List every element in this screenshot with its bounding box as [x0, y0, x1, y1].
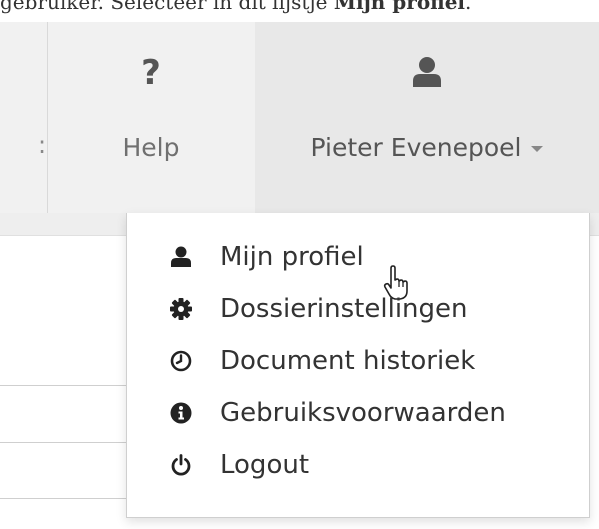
caption-text: gebruiker. Selecteer in dit lijstje: [0, 0, 334, 14]
help-label: Help: [122, 133, 180, 162]
menu-item-dossierinstellingen[interactable]: Dossierinstellingen: [127, 283, 589, 335]
menu-item-label: Mijn profiel: [220, 242, 364, 272]
question-icon: ?: [48, 56, 254, 90]
menu-item-mijn-profiel[interactable]: Mijn profiel: [127, 231, 589, 300]
menu-item-label: Dossierinstellingen: [220, 294, 468, 324]
nav-item-fragment: :: [38, 131, 47, 159]
cog-icon: [169, 297, 193, 321]
nav-item-user-menu[interactable]: Pieter Evenepoel: [255, 22, 599, 213]
user-icon: [169, 245, 193, 269]
nav-item-help[interactable]: ? Help: [48, 22, 254, 213]
power-icon: [169, 453, 193, 477]
menu-item-logout[interactable]: Logout: [127, 439, 589, 491]
info-icon: [169, 401, 193, 425]
menu-item-gebruiksvoorwaarden[interactable]: Gebruiksvoorwaarden: [127, 387, 589, 439]
user-dropdown-menu: Mijn profiel Dossierinstellingen Documen…: [126, 213, 590, 518]
menu-item-label: Logout: [220, 450, 310, 480]
top-navbar: : ? Help Pieter Evenepoel: [0, 22, 599, 213]
instruction-caption: gebruiker. Selecteer in dit lijstje Mijn…: [0, 0, 599, 22]
menu-item-label: Document historiek: [220, 346, 476, 376]
user-menu-toggle[interactable]: Pieter Evenepoel: [255, 133, 599, 162]
nav-item-truncated[interactable]: :: [0, 22, 48, 213]
divider: [0, 442, 127, 443]
caption-bold-text: Mijn profiel: [333, 0, 466, 14]
help-glyph: ?: [141, 53, 161, 93]
user-icon: [255, 56, 599, 88]
divider: [0, 385, 127, 386]
menu-item-document-historiek[interactable]: Document historiek: [127, 335, 589, 387]
chevron-down-icon: [531, 146, 544, 152]
user-name: Pieter Evenepoel: [310, 133, 522, 162]
menu-item-label: Gebruiksvoorwaarden: [220, 398, 506, 428]
clock-icon: [169, 349, 193, 373]
caption-end: .: [465, 0, 472, 14]
divider: [0, 498, 127, 499]
